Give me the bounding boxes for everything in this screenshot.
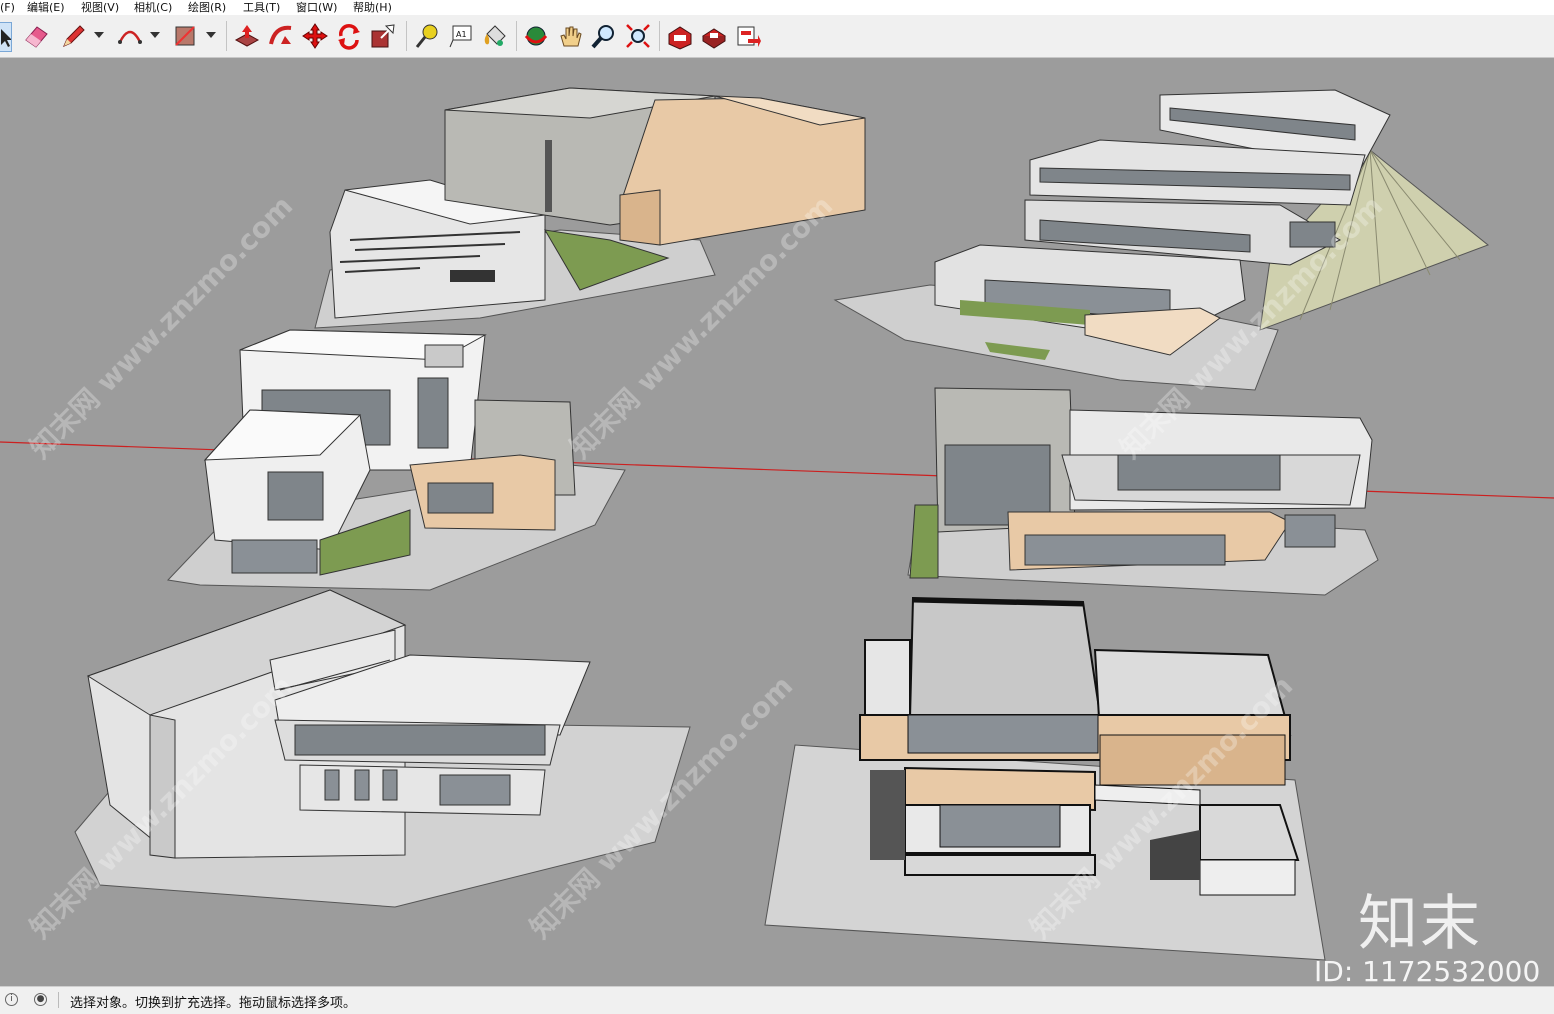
move-icon [302, 23, 328, 49]
toolbar-separator [406, 21, 407, 51]
arc-dropdown-chevron-icon[interactable] [150, 32, 160, 38]
menu-draw[interactable]: 绘图(R) [188, 0, 226, 15]
orbit-icon [524, 26, 548, 46]
shape-dropdown-chevron-icon[interactable] [206, 32, 216, 38]
building-model-3[interactable] [166, 329, 626, 591]
info-icon[interactable]: i [5, 993, 18, 1006]
line-dropdown-chevron-icon[interactable] [94, 32, 104, 38]
paint-bucket-icon [484, 25, 506, 46]
status-divider [58, 992, 59, 1008]
eraser-tool-button[interactable] [22, 22, 50, 50]
status-bar: i ● 选择对象。切换到扩充选择。拖动鼠标选择多项。 [0, 986, 1554, 1014]
menu-help[interactable]: 帮助(H) [353, 0, 392, 15]
user-account-icon[interactable]: ● [34, 993, 47, 1006]
svg-text:A1: A1 [456, 30, 467, 39]
toolbar-separator [659, 21, 660, 51]
menu-bar: (F) 编辑(E) 视图(V) 相机(C) 绘图(R) 工具(T) 窗口(W) … [0, 0, 1554, 15]
main-toolbar: A1 [0, 15, 1554, 58]
tape-measure-icon [415, 24, 438, 48]
text-tool-button[interactable]: A1 [447, 22, 475, 50]
building-model-1[interactable] [314, 87, 866, 329]
line-tool-button[interactable] [60, 22, 88, 50]
push-pull-tool-button[interactable] [233, 22, 261, 50]
extension-warehouse-button[interactable] [700, 22, 728, 50]
scale-tool-button[interactable] [369, 22, 397, 50]
orbit-tool-button[interactable] [522, 22, 550, 50]
layout-send-icon [737, 26, 761, 47]
select-arrow-icon [1, 29, 12, 47]
pencil-line-icon [63, 25, 85, 47]
zoom-icon [591, 25, 614, 49]
rotate-icon [338, 24, 360, 50]
3d-warehouse-button[interactable] [666, 22, 694, 50]
status-message: 选择对象。切换到扩充选择。拖动鼠标选择多项。 [70, 996, 357, 1011]
paint-bucket-tool-button[interactable] [481, 22, 509, 50]
eraser-icon [25, 26, 48, 48]
rectangle-shape-icon [175, 26, 195, 46]
pan-hand-icon [560, 26, 582, 47]
menu-file[interactable]: (F) [0, 0, 15, 15]
menu-edit[interactable]: 编辑(E) [27, 0, 65, 15]
model-canvas [0, 87, 1554, 961]
extension-warehouse-icon [702, 28, 726, 49]
scale-icon [371, 24, 395, 48]
menu-view[interactable]: 视图(V) [81, 0, 119, 15]
menu-tools[interactable]: 工具(T) [243, 0, 280, 15]
text-label-icon: A1 [449, 25, 472, 48]
rotate-tool-button[interactable] [335, 22, 363, 50]
push-pull-icon [234, 25, 260, 47]
tape-measure-tool-button[interactable] [413, 22, 441, 50]
pan-tool-button[interactable] [556, 22, 584, 50]
shape-tool-button[interactable] [172, 22, 200, 50]
arc-icon [118, 30, 142, 44]
arc-tool-button[interactable] [116, 22, 144, 50]
toolbar-separator [516, 21, 517, 51]
3d-warehouse-icon [668, 26, 692, 50]
follow-me-icon [269, 25, 292, 45]
zoom-extents-tool-button[interactable] [624, 22, 652, 50]
model-viewport[interactable]: 知末网 www.znzmo.com 知末网 www.znzmo.com 知末网 … [0, 58, 1554, 986]
toolbar-separator [226, 21, 227, 51]
send-to-layout-button[interactable] [734, 22, 762, 50]
select-tool-button[interactable] [0, 22, 12, 52]
zoom-tool-button[interactable] [590, 22, 618, 50]
watermark-id: ID: 1172532000 [1314, 955, 1541, 988]
move-tool-button[interactable] [301, 22, 329, 50]
zoom-extents-icon [626, 24, 650, 48]
follow-me-tool-button[interactable] [267, 22, 295, 50]
building-model-2[interactable] [833, 89, 1489, 391]
menu-window[interactable]: 窗口(W) [296, 0, 337, 15]
menu-camera[interactable]: 相机(C) [134, 0, 172, 15]
watermark-logo: 知末 [1358, 889, 1482, 959]
